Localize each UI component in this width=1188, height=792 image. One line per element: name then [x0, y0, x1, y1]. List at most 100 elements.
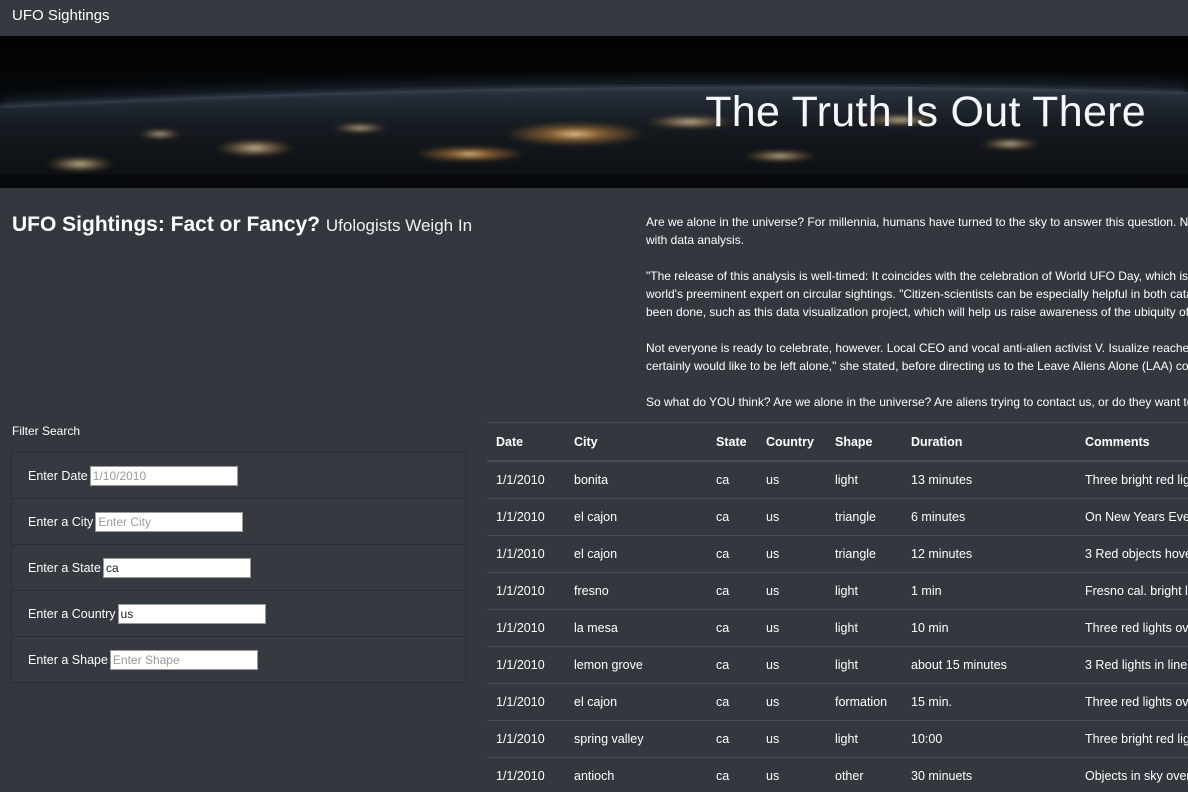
cell-duration: 10:00 [902, 720, 1076, 758]
navbar: UFO Sightings [0, 0, 1188, 33]
cell-duration: 15 min. [902, 683, 1076, 721]
filter-state-label: Enter a State [28, 560, 101, 575]
hero-title: The Truth Is Out There [705, 88, 1146, 136]
table-row: 1/1/2010 la mesa ca us light 10 min Thre… [487, 609, 1188, 647]
cell-comments: 3 Red lights in line p [1076, 646, 1188, 684]
cell-country: us [757, 609, 826, 647]
article-line: So what do YOU think? Are we alone in th… [646, 395, 1188, 409]
brand-link[interactable]: UFO Sightings [12, 7, 110, 24]
cell-country: us [757, 757, 826, 792]
article-line: Not everyone is ready to celebrate, howe… [646, 341, 1188, 355]
cell-city: la mesa [565, 609, 707, 647]
page-title-main: UFO Sightings: Fact or Fancy? [12, 213, 321, 236]
hero-banner: The Truth Is Out There [0, 36, 1188, 188]
cell-comments: Fresno cal. bright lig [1076, 572, 1188, 610]
cell-shape: light [826, 572, 902, 610]
table-row: 1/1/2010 el cajon ca us formation 15 min… [487, 683, 1188, 721]
cell-duration: 1 min [902, 572, 1076, 610]
cell-date: 1/1/2010 [487, 535, 565, 573]
cell-duration: 13 minutes [911, 473, 973, 487]
article-line: "The release of this analysis is well-ti… [646, 269, 1188, 283]
cell-date: 1/1/2010 [487, 609, 565, 647]
cell-country: us [757, 498, 826, 536]
city-input[interactable] [95, 511, 244, 532]
article-paragraph: So what do YOU think? Are we alone in th… [646, 393, 1188, 411]
cell-shape: other [826, 757, 902, 792]
cell-date: 1/1/2010 [487, 720, 565, 758]
filter-country-label: Enter a Country [28, 606, 116, 621]
cell-city: fresno [565, 572, 707, 610]
cell-duration: 6 minutes [902, 498, 1076, 536]
cell-country: us [757, 646, 826, 684]
shape-input[interactable] [109, 649, 258, 670]
cell-country: us [757, 683, 826, 721]
table-row: 1/1/2010 fresno ca us light 1 min Fresno… [487, 572, 1188, 610]
cell-city: bonita [574, 473, 609, 487]
filter-search-title: Filter Search [12, 424, 81, 438]
cell-comments: Three red lights ove [1076, 683, 1188, 721]
filter-date-label: Enter Date [28, 468, 88, 483]
cell-shape: light [826, 646, 902, 684]
article-paragraph: "The release of this analysis is well-ti… [646, 267, 1188, 321]
filter-list: Enter Date Enter a City Enter a State En… [11, 452, 466, 683]
article-line: Are we alone in the universe? For millen… [646, 215, 1188, 229]
cell-date: 1/1/2010 [487, 572, 565, 610]
cell-country: us [757, 535, 826, 573]
filter-city: Enter a City [12, 499, 465, 545]
filter-shape-label: Enter a Shape [28, 652, 108, 667]
cell-comments: On New Years Eve I [1076, 498, 1188, 536]
cell-date: 1/1/2010 [496, 473, 545, 487]
article-line: with data analysis. [646, 233, 745, 247]
cell-city: el cajon [565, 683, 707, 721]
cell-city: el cajon [565, 498, 707, 536]
cell-city: el cajon [565, 535, 707, 573]
cell-country: us [766, 473, 780, 487]
cell-comments: Three bright red lig [1085, 473, 1188, 487]
state-input[interactable] [102, 557, 251, 578]
cell-comments: Three red lights ove [1076, 609, 1188, 647]
cell-shape: triangle [826, 498, 902, 536]
country-input[interactable] [117, 603, 266, 624]
cell-date: 1/1/2010 [487, 683, 565, 721]
cell-state: ca [707, 572, 757, 610]
article-line: been done, such as this data visualizati… [646, 305, 1188, 319]
table-header-row: Date City State Country Shape Duration C… [487, 422, 1188, 462]
article-line: world's preeminent expert on circular si… [646, 287, 1188, 301]
ufo-table-container: Date City State Country Shape Duration C… [487, 422, 1188, 792]
filter-date: Enter Date [12, 453, 465, 499]
cell-duration: 30 minuets [902, 757, 1076, 792]
column-header-city: City [565, 422, 707, 462]
cell-state: ca [707, 498, 757, 536]
cell-state: ca [707, 535, 757, 573]
cell-duration: 12 minutes [902, 535, 1076, 573]
table-row: 1/1/2010 el cajon ca us triangle 12 minu… [487, 535, 1188, 573]
cell-date: 1/1/2010 [487, 498, 565, 536]
article-text: Are we alone in the universe? For millen… [646, 213, 1188, 413]
cell-shape: triangle [826, 535, 902, 573]
cell-shape: light [826, 609, 902, 647]
cell-state: ca [707, 757, 757, 792]
page-subtitle: Ufologists Weigh In [325, 216, 473, 235]
table-row: 1/1/2010 lemon grove ca us light about 1… [487, 646, 1188, 684]
table-row: 1/1/2010 spring valley ca us light 10:00… [487, 720, 1188, 758]
table-row: 1/1/2010 bonita ca us light 13 minutes T… [487, 461, 1188, 499]
article-paragraph: Not everyone is ready to celebrate, howe… [646, 339, 1188, 375]
filter-country: Enter a Country [12, 591, 465, 637]
column-header-date: Date [487, 422, 565, 462]
date-input[interactable] [89, 465, 238, 486]
cell-country: us [757, 720, 826, 758]
cell-shape: light [835, 473, 858, 487]
filter-state: Enter a State [12, 545, 465, 591]
cell-comments: Objects in sky over [1076, 757, 1188, 792]
page-title: UFO Sightings: Fact or Fancy? Ufologists… [12, 213, 472, 237]
cell-date: 1/1/2010 [487, 646, 565, 684]
column-header-country: Country [757, 422, 826, 462]
cell-country: us [757, 572, 826, 610]
cell-state: ca [707, 720, 757, 758]
cell-duration: about 15 minutes [902, 646, 1076, 684]
cell-shape: light [826, 720, 902, 758]
table-row: 1/1/2010 el cajon ca us triangle 6 minut… [487, 498, 1188, 536]
column-header-state: State [707, 422, 757, 462]
article-line: certainly would like to be left alone," … [646, 359, 1188, 373]
cell-state: ca [707, 609, 757, 647]
